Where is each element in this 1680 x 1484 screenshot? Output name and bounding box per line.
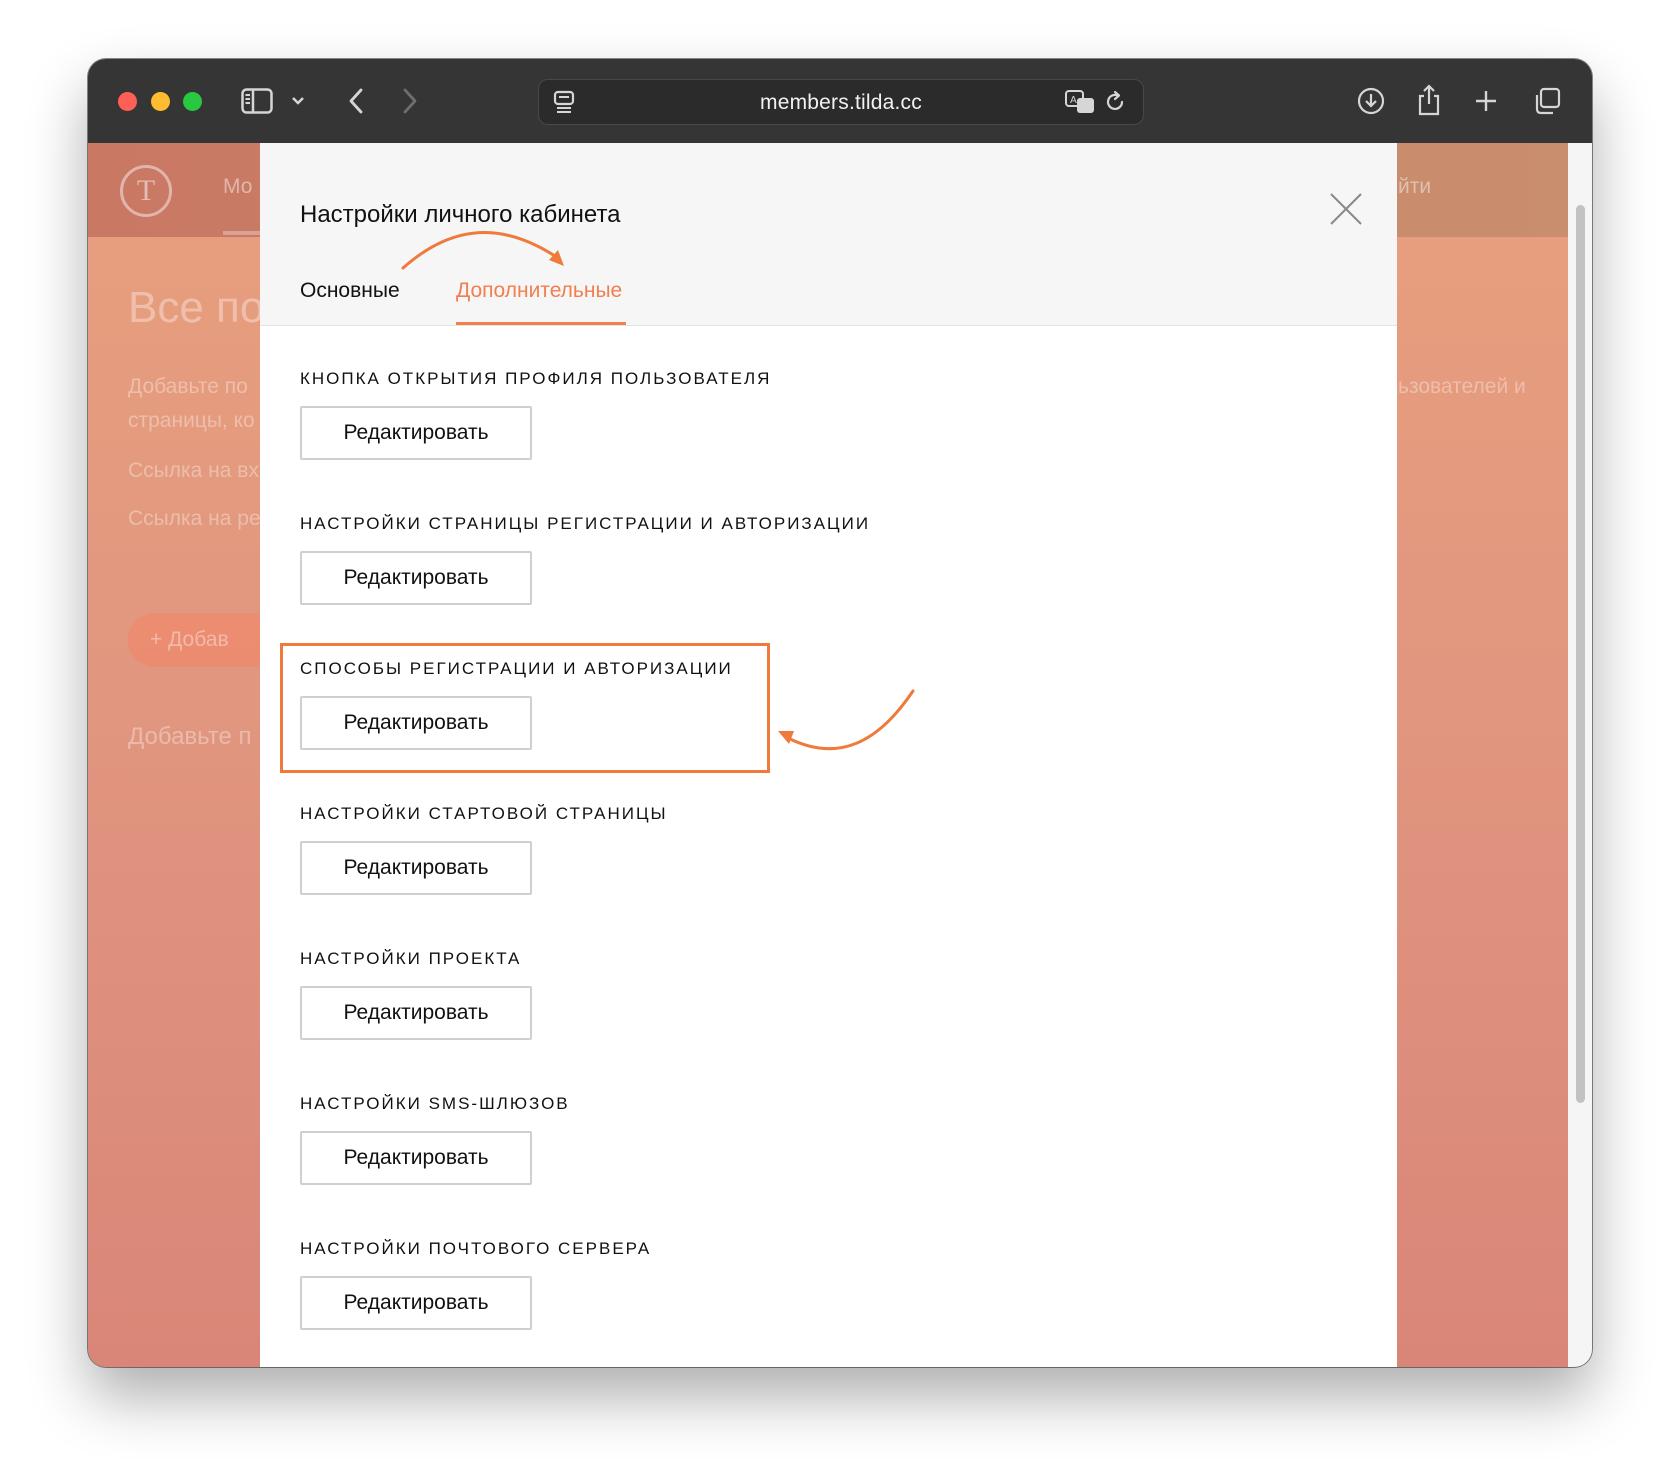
edit-button[interactable]: Редактировать (300, 696, 532, 750)
background-text-line: Ссылка на вх (128, 459, 259, 482)
modal-header: Настройки личного кабинета Основные Допо… (260, 143, 1397, 326)
forward-icon[interactable] (398, 86, 422, 116)
chevron-down-icon[interactable] (290, 93, 306, 109)
background-text-line: страницы, ко (128, 409, 255, 432)
svg-text:A: A (1070, 95, 1077, 106)
settings-modal: Настройки личного кабинета Основные Допо… (260, 143, 1397, 1367)
background-text-line: Ссылка на ре (128, 507, 261, 530)
active-tab-underline (456, 322, 626, 325)
reload-icon[interactable] (1101, 88, 1129, 116)
tab-main[interactable]: Основные (300, 279, 400, 303)
background-text-line: Добавьте по (128, 375, 248, 398)
section-label: НАСТРОЙКИ ПОЧТОВОГО СЕРВЕРА (300, 1239, 652, 1258)
share-icon[interactable] (1414, 83, 1444, 117)
edit-button[interactable]: Редактировать (300, 1276, 532, 1330)
tab-additional[interactable]: Дополнительные (456, 279, 622, 303)
minimize-window-button[interactable] (151, 92, 170, 111)
background-nav-item-right: йти (1398, 175, 1432, 198)
translate-icon[interactable]: A (1063, 88, 1097, 116)
new-tab-icon[interactable] (1472, 87, 1500, 115)
background-page-title: Все по (128, 283, 265, 332)
background-text-line-right: ьзователей и (1398, 375, 1526, 398)
edit-button[interactable]: Редактировать (300, 1131, 532, 1185)
edit-button[interactable]: Редактировать (300, 406, 532, 460)
edit-button[interactable]: Редактировать (300, 551, 532, 605)
section-label: КНОПКА ОТКРЫТИЯ ПРОФИЛЯ ПОЛЬЗОВАТЕЛЯ (300, 369, 772, 388)
section-label: НАСТРОЙКИ СТРАНИЦЫ РЕГИСТРАЦИИ И АВТОРИЗ… (300, 514, 871, 533)
edit-button[interactable]: Редактировать (300, 986, 532, 1040)
address-bar[interactable]: members.tilda.cc A (538, 79, 1144, 125)
back-icon[interactable] (344, 86, 368, 116)
close-button[interactable] (1328, 191, 1364, 227)
background-nav-underline (223, 231, 263, 235)
download-icon[interactable] (1354, 85, 1388, 117)
background-nav-item: Мо (223, 175, 253, 198)
modal-title: Настройки личного кабинета (300, 201, 621, 228)
section-label: НАСТРОЙКИ СТАРТОВОЙ СТРАНИЦЫ (300, 804, 668, 823)
browser-window: members.tilda.cc A T Мо йти Все по Добав… (88, 59, 1592, 1367)
section-label: СПОСОБЫ РЕГИСТРАЦИИ И АВТОРИЗАЦИИ (300, 659, 733, 678)
section-label: НАСТРОЙКИ ПРОЕКТА (300, 949, 522, 968)
close-window-button[interactable] (118, 92, 137, 111)
close-icon (1330, 193, 1362, 225)
scrollbar-thumb[interactable] (1576, 205, 1585, 1103)
edit-button[interactable]: Редактировать (300, 841, 532, 895)
zoom-window-button[interactable] (183, 92, 202, 111)
url-text[interactable]: members.tilda.cc (539, 91, 1143, 115)
page-viewport: T Мо йти Все по Добавьте по страницы, ко… (88, 143, 1592, 1367)
background-subtitle: Добавьте п (128, 723, 252, 750)
sidebar-icon[interactable] (240, 86, 274, 116)
section-label: НАСТРОЙКИ SMS-ШЛЮЗОВ (300, 1094, 570, 1113)
tilda-logo: T (120, 165, 172, 217)
tabs-overview-icon[interactable] (1532, 86, 1562, 116)
browser-toolbar: members.tilda.cc A (88, 59, 1592, 144)
